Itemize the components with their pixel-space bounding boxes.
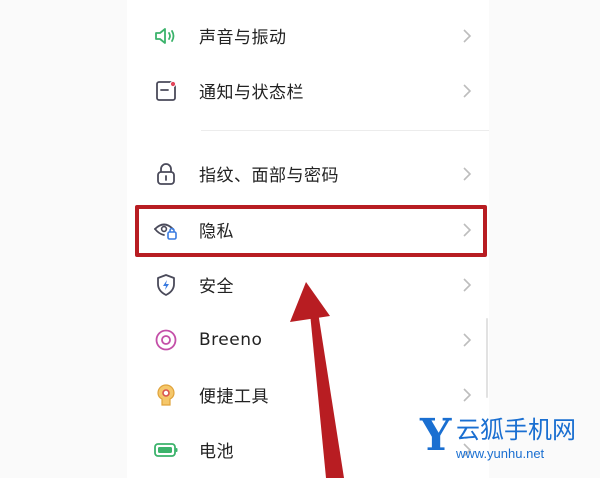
watermark-title: 云狐手机网 [456, 416, 576, 444]
watermark-url: www.yunhu.net [456, 446, 545, 461]
watermark: Y 云狐手机网 www.yunhu.net [420, 412, 600, 472]
annotation-arrow [290, 282, 344, 478]
watermark-logo: Y [420, 410, 452, 461]
